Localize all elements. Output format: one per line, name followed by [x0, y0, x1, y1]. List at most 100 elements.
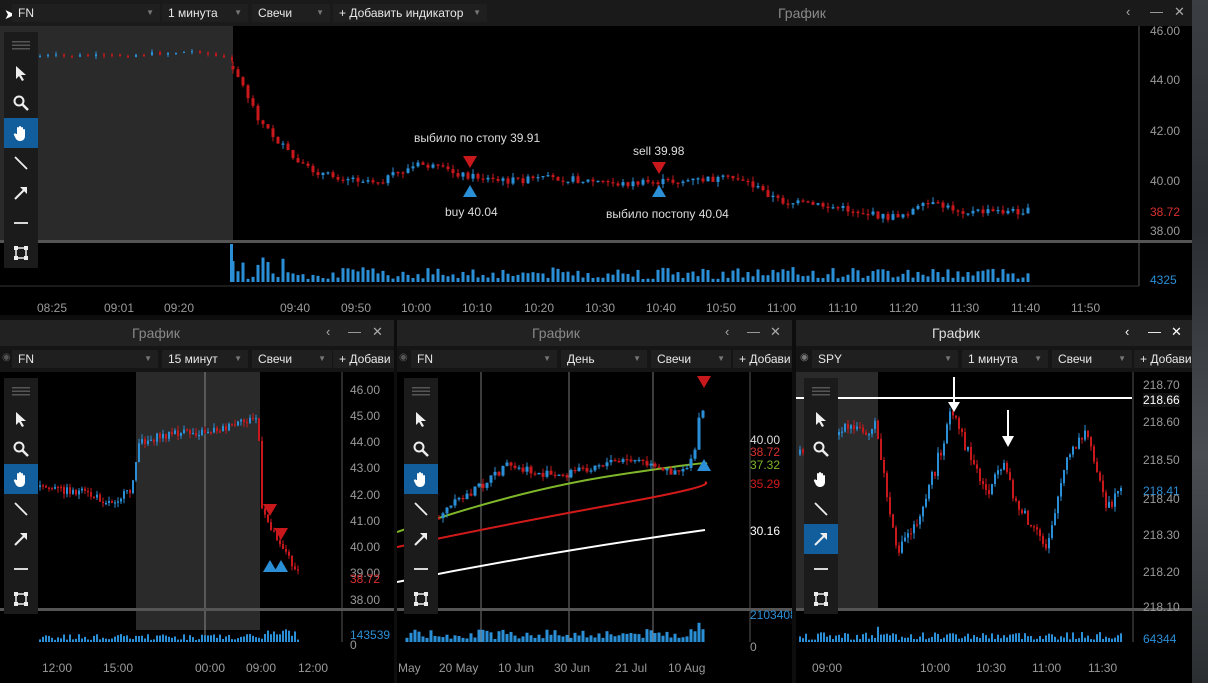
window-title: График — [778, 5, 826, 21]
add-indicator-button[interactable]: + Добави — [333, 350, 394, 368]
drawing-toolbar — [4, 378, 38, 614]
collapse-icon[interactable]: ‹ — [326, 324, 330, 339]
pointer-icon[interactable] — [404, 404, 438, 434]
candle — [54, 486, 56, 489]
rect-icon[interactable] — [4, 584, 38, 614]
bm-chart-plot[interactable] — [397, 372, 792, 683]
symbol-select[interactable]: FN ▼ — [411, 350, 557, 368]
volume-bar — [288, 630, 290, 642]
hline-icon[interactable] — [4, 554, 38, 584]
rect-icon[interactable] — [4, 238, 38, 268]
zoom-icon[interactable] — [4, 88, 38, 118]
volume-bar — [90, 639, 92, 642]
candle — [949, 411, 951, 425]
br-chart-plot[interactable] — [796, 372, 1192, 683]
volume-bar — [513, 635, 517, 642]
interval-select[interactable]: 1 минута ▼ — [962, 350, 1048, 368]
candle — [93, 496, 95, 498]
interval-select[interactable]: 1 минута ▼ — [162, 4, 248, 22]
add-indicator-button[interactable]: + Добави — [1134, 350, 1192, 368]
candle — [988, 489, 990, 495]
style-select[interactable]: Свечи ▼ — [252, 4, 330, 22]
symbol-select[interactable]: SPY ▼ — [812, 350, 958, 368]
pointer-icon[interactable] — [804, 404, 838, 434]
rect-icon[interactable] — [404, 584, 438, 614]
close-icon[interactable]: ✕ — [372, 324, 383, 340]
arrow-icon[interactable] — [404, 524, 438, 554]
pointer-icon[interactable] — [4, 58, 38, 88]
close-icon[interactable]: ✕ — [770, 324, 781, 340]
candle — [361, 181, 365, 183]
style-select[interactable]: Свечи ▼ — [1052, 350, 1132, 368]
close-icon[interactable]: ✕ — [1174, 4, 1185, 20]
volume-bar — [1090, 639, 1092, 642]
candle — [117, 501, 119, 503]
volume-bar — [285, 629, 287, 642]
top-chart-plot[interactable] — [0, 26, 1192, 315]
volume-bar — [880, 634, 882, 642]
line-icon[interactable] — [404, 494, 438, 524]
add-indicator-button[interactable]: + Добавить индикатор ▼ — [333, 4, 487, 22]
rect-icon[interactable] — [804, 584, 838, 614]
volume-bar — [626, 273, 630, 282]
volume-bar — [141, 635, 143, 642]
bottom-left-chart-window: График ‹ — ✕ ◉ FN ▼ 15 минут ▼ Свечи ▼ + До… — [0, 320, 394, 683]
candle — [282, 544, 284, 549]
collapse-icon[interactable]: ‹ — [1126, 4, 1130, 19]
volume-bar — [1006, 637, 1008, 642]
collapse-icon[interactable]: ‹ — [1125, 324, 1129, 339]
candle — [281, 143, 285, 145]
style-select[interactable]: Свечи ▼ — [651, 350, 731, 368]
candle — [210, 431, 212, 434]
minimize-icon[interactable]: — — [348, 324, 361, 339]
candle — [391, 172, 395, 176]
volume-bar — [991, 633, 993, 642]
hand-icon[interactable] — [4, 118, 38, 148]
minimize-icon[interactable]: — — [1148, 324, 1161, 339]
volume-bar — [156, 635, 158, 642]
candle — [223, 55, 225, 58]
candle — [180, 432, 182, 436]
candle — [881, 214, 885, 219]
volume-bar — [228, 634, 230, 642]
arrow-icon[interactable] — [4, 524, 38, 554]
line-icon[interactable] — [4, 494, 38, 524]
candle — [321, 172, 325, 176]
interval-select[interactable]: 15 минут ▼ — [162, 350, 248, 368]
style-select[interactable]: Свечи ▼ — [252, 350, 332, 368]
close-icon[interactable]: ✕ — [1171, 324, 1182, 340]
volume-bar — [951, 277, 955, 282]
minimize-icon[interactable]: — — [747, 324, 760, 339]
hline-icon[interactable] — [4, 208, 38, 238]
hand-icon[interactable] — [804, 464, 838, 494]
candle — [60, 486, 62, 489]
interval-select[interactable]: День ▼ — [561, 350, 647, 368]
volume-bar — [892, 633, 894, 642]
volume-bar — [326, 278, 330, 282]
hline-icon[interactable] — [804, 554, 838, 584]
volume-bar — [817, 633, 819, 642]
pointer-icon[interactable] — [4, 404, 38, 434]
candle — [1081, 437, 1083, 440]
add-indicator-button[interactable]: + Добави — [733, 350, 792, 368]
arrow-icon[interactable] — [4, 178, 38, 208]
volume-bar — [1093, 639, 1095, 642]
line-icon[interactable] — [804, 494, 838, 524]
minimize-icon[interactable]: — — [1150, 4, 1163, 19]
symbol-select[interactable]: FN ▼ — [12, 350, 158, 368]
hand-icon[interactable] — [4, 464, 38, 494]
collapse-icon[interactable]: ‹ — [725, 324, 729, 339]
zoom-icon[interactable] — [4, 434, 38, 464]
line-icon[interactable] — [4, 148, 38, 178]
hand-icon[interactable] — [404, 464, 438, 494]
volume-bar — [776, 272, 780, 282]
zoom-icon[interactable] — [404, 434, 438, 464]
candle — [756, 186, 760, 188]
symbol-select[interactable]: FN ▼ — [12, 4, 160, 22]
bl-chart-plot[interactable] — [0, 372, 394, 683]
hline-icon[interactable] — [404, 554, 438, 584]
bottom-right-chart-window: График ‹ — ✕ ◉ SPY ▼ 1 минута ▼ Свечи ▼ + Д… — [796, 320, 1192, 683]
zoom-icon[interactable] — [804, 434, 838, 464]
candle — [601, 465, 605, 467]
arrow-icon[interactable] — [804, 524, 838, 554]
